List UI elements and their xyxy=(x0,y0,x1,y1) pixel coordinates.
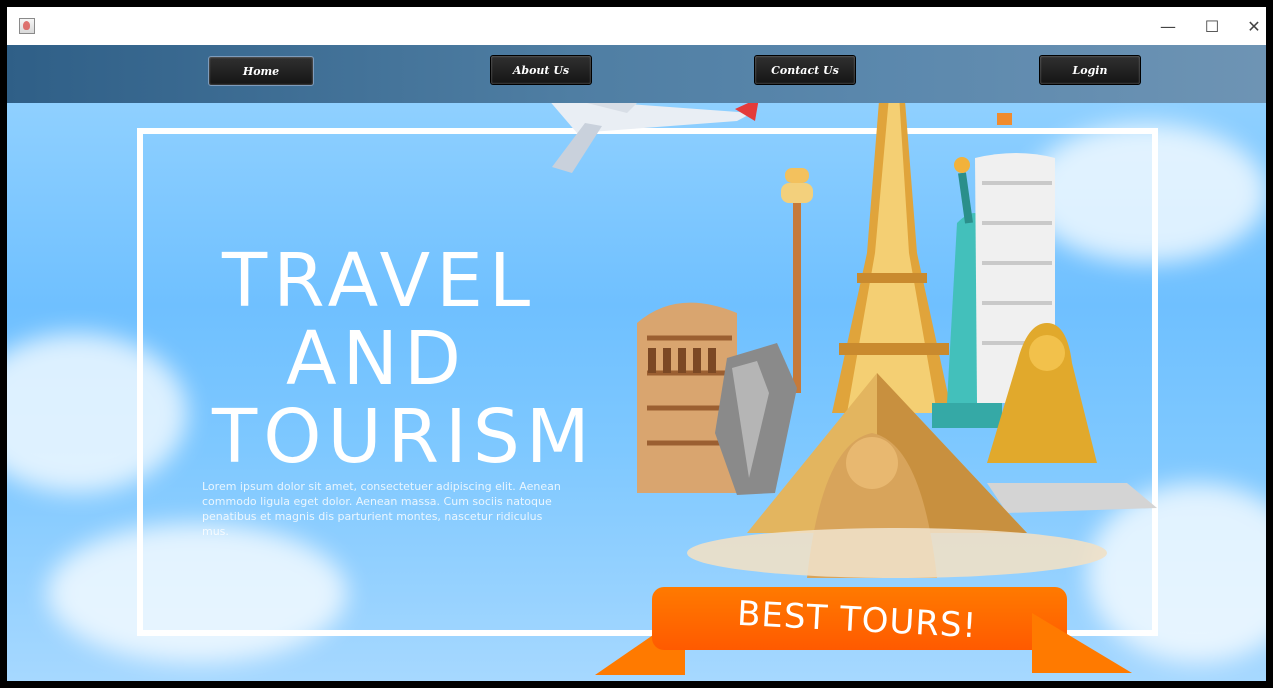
contact-us-button[interactable]: Contact Us xyxy=(754,55,856,85)
title-bar: — ☐ ✕ xyxy=(7,7,1266,45)
tower-icon xyxy=(781,168,813,393)
about-us-button[interactable]: About Us xyxy=(490,55,592,85)
top-navigation: Home About Us Contact Us Login xyxy=(7,45,1266,103)
eiffel-tower-icon xyxy=(832,103,952,413)
home-button[interactable]: Home xyxy=(208,56,314,86)
hero-banner: TRAVEL AND TOURISM Lorem ipsum dolor sit… xyxy=(7,103,1266,681)
app-window: — ☐ ✕ Home About Us Contact Us Login TRA… xyxy=(7,7,1266,681)
headline-line-2: AND xyxy=(286,316,467,402)
headline-line-1: TRAVEL xyxy=(222,238,537,324)
maximize-button[interactable]: ☐ xyxy=(1190,7,1234,45)
close-button[interactable]: ✕ xyxy=(1232,7,1266,45)
login-button[interactable]: Login xyxy=(1039,55,1141,85)
airplane-icon xyxy=(551,103,759,173)
minimize-button[interactable]: — xyxy=(1146,7,1190,45)
java-app-icon xyxy=(19,18,35,34)
